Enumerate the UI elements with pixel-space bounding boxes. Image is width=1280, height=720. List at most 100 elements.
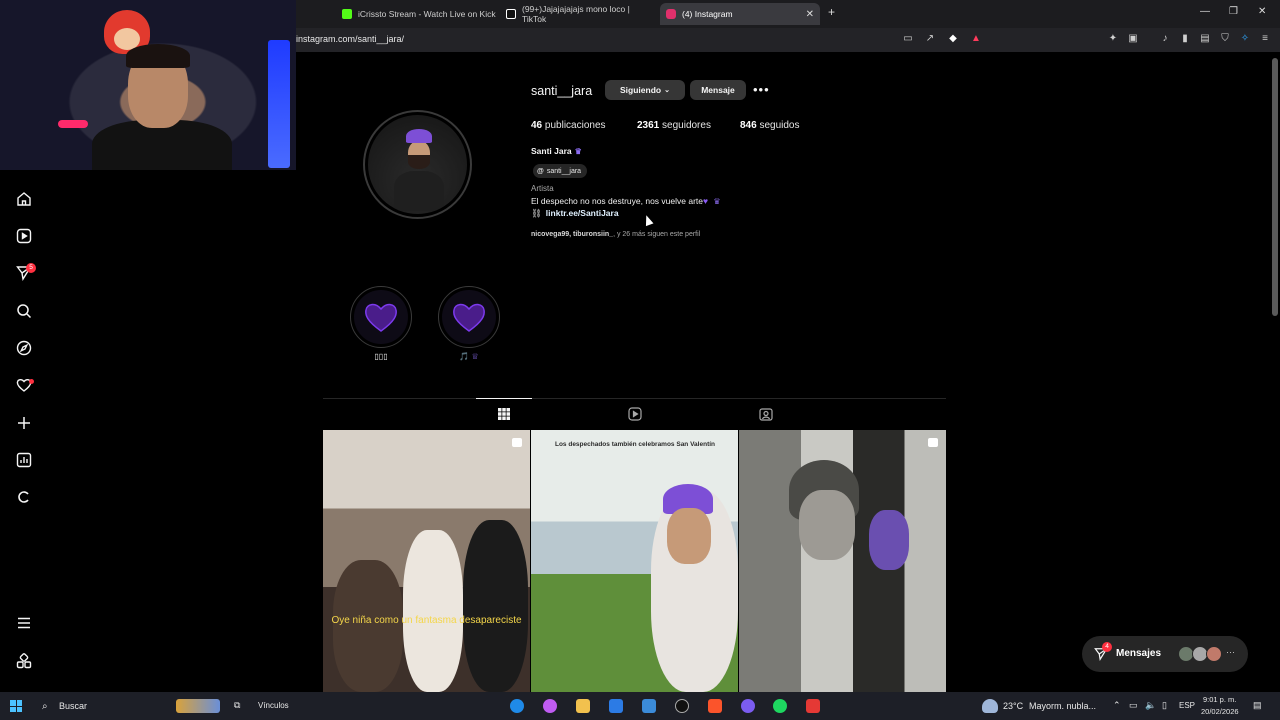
mail-icon[interactable] <box>642 699 656 713</box>
create-icon[interactable] <box>16 415 32 431</box>
story-highlight[interactable] <box>438 286 500 348</box>
minimize-button[interactable]: — <box>1200 6 1210 17</box>
posts-grid: Oye niña como un fantasma desapareciste … <box>323 430 946 692</box>
link-icon: ⛓ <box>531 208 542 218</box>
tab-tiktok[interactable]: (99+)Jajajajajajs mono loco | TikTok <box>500 3 656 25</box>
edge-icon[interactable] <box>510 699 524 713</box>
tab-kick[interactable]: iCrissto Stream - Watch Live on Kick <box>336 3 496 25</box>
volume-icon[interactable]: 🔈 <box>1145 700 1156 711</box>
tiktok-icon <box>506 9 516 19</box>
menu-icon[interactable]: ≡ <box>1259 33 1271 45</box>
profile-tabs <box>323 398 946 428</box>
brave-shield-icon[interactable]: ◆ <box>947 33 959 45</box>
activity-dot <box>29 379 34 384</box>
weather-text[interactable]: Mayorm. nubla... <box>1029 701 1096 711</box>
webcam-overlay <box>0 0 296 170</box>
windows-start-icon[interactable] <box>10 700 22 712</box>
reels-icon <box>628 407 642 421</box>
url-text[interactable]: instagram.com/santi__jara/ <box>296 34 404 44</box>
brave-icon[interactable] <box>708 699 722 713</box>
new-tab-button[interactable]: + <box>828 5 835 19</box>
reels-icon[interactable] <box>16 228 32 244</box>
post-thumbnail[interactable] <box>739 430 946 692</box>
store-icon[interactable] <box>609 699 623 713</box>
share-icon[interactable]: ↗ <box>924 33 936 45</box>
threads-badge[interactable]: @ santi__jara <box>533 164 588 178</box>
purple-heart-icon <box>453 303 485 332</box>
brave-rewards-icon[interactable]: ▲ <box>970 33 982 45</box>
task-view-icon[interactable]: ⧉ <box>234 700 240 711</box>
reel-icon <box>512 438 522 447</box>
streamer-hair <box>126 44 190 68</box>
followed-by[interactable]: nicovega99, tiburonsiin_, y 26 más sigue… <box>531 231 700 238</box>
crown-emoji: ♛ <box>574 147 582 156</box>
search-icon[interactable]: ⌕ <box>42 701 48 712</box>
profile-username: santi__jara <box>531 84 593 98</box>
messages-label: Mensajes <box>1116 648 1162 659</box>
message-button[interactable]: Mensaje <box>690 80 746 100</box>
cast-icon[interactable]: ▭ <box>902 33 914 45</box>
tab-instagram[interactable]: (4) Instagram ✕ <box>660 3 820 25</box>
grid-icon <box>498 408 510 420</box>
language-indicator[interactable]: ESP <box>1179 701 1195 710</box>
close-window-button[interactable]: ✕ <box>1258 6 1266 17</box>
battery-icon[interactable]: ▯ <box>1162 700 1167 711</box>
instagram-sidebar: 5 <box>0 170 50 692</box>
obs-icon[interactable] <box>675 699 689 713</box>
search-highlight-icon <box>176 699 220 713</box>
also-from-meta-icon[interactable] <box>16 653 32 669</box>
profile-bio: El despecho no nos destruye, nos vuelve … <box>531 196 721 206</box>
spotify-icon[interactable] <box>773 699 787 713</box>
restore-button[interactable]: ❐ <box>1229 6 1238 17</box>
more-options-icon[interactable]: ••• <box>753 82 770 97</box>
sidebar-toggle-icon[interactable]: ▮ <box>1179 33 1191 45</box>
tagged-icon <box>759 408 773 421</box>
threads-icon[interactable] <box>16 489 32 505</box>
wallet-icon[interactable]: ▤ <box>1199 33 1211 45</box>
home-icon[interactable] <box>16 191 32 207</box>
search-icon[interactable] <box>16 303 32 319</box>
media-icon[interactable]: ♪ <box>1159 33 1171 45</box>
screenshot-icon[interactable]: ▣ <box>1127 33 1139 45</box>
extensions-icon[interactable]: ✦ <box>1107 33 1119 45</box>
reels-tab[interactable] <box>628 407 642 421</box>
dashboard-icon[interactable] <box>16 452 32 468</box>
followers-count[interactable]: 2361 seguidores <box>637 120 711 131</box>
explore-icon[interactable] <box>16 340 32 356</box>
story-highlight[interactable] <box>350 286 412 348</box>
links-toolbar[interactable]: Vínculos <box>258 701 289 710</box>
post-thumbnail[interactable]: Los despechados también celebramos San V… <box>531 430 738 692</box>
following-count[interactable]: 846 seguidos <box>740 120 800 131</box>
profile-full-name: Santi Jara ♛ <box>531 146 582 156</box>
more-menu-icon[interactable] <box>16 615 32 631</box>
following-button[interactable]: Siguiendo ⌄ <box>605 80 685 100</box>
crown-emoji: ♛ <box>713 197 721 206</box>
network-icon[interactable]: ▭ <box>1129 700 1138 711</box>
post-thumbnail[interactable]: Oye niña como un fantasma desapareciste <box>323 430 530 692</box>
ai-icon[interactable]: ✧ <box>1239 33 1251 45</box>
messages-pill[interactable]: 4 Mensajes ··· <box>1082 636 1248 672</box>
profile-avatar[interactable] <box>363 110 472 219</box>
vpn-icon[interactable]: ⛉ <box>1219 33 1231 45</box>
notification-center-icon[interactable]: ▤ <box>1253 700 1262 711</box>
page-scrollbar[interactable] <box>1272 58 1278 316</box>
profile-link[interactable]: ⛓ linktr.ee/SantiJara <box>531 208 619 219</box>
file-explorer-icon[interactable] <box>576 699 590 713</box>
notifications-badge: 5 <box>26 263 36 273</box>
mouse-cursor <box>642 213 654 227</box>
taskbar-search[interactable]: Buscar <box>59 701 87 711</box>
weather-temp[interactable]: 23°C <box>1003 701 1023 711</box>
app-icon[interactable] <box>806 699 820 713</box>
copilot-icon[interactable] <box>543 699 557 713</box>
avatar-image <box>368 115 467 214</box>
profile-category: Artista <box>531 184 554 193</box>
clock-time[interactable]: 9:01 p. m. <box>1203 695 1236 704</box>
threads-icon: @ <box>537 167 544 175</box>
tab-title: iCrissto Stream - Watch Live on Kick <box>358 9 496 19</box>
close-tab-icon[interactable]: ✕ <box>806 9 814 20</box>
chevron-up-icon[interactable]: ⌃ <box>1113 700 1121 711</box>
clock-date[interactable]: 20/02/2026 <box>1201 707 1239 716</box>
posts-grid-tab[interactable] <box>476 398 532 421</box>
discord-icon[interactable] <box>741 699 755 713</box>
tagged-tab[interactable] <box>759 407 773 421</box>
